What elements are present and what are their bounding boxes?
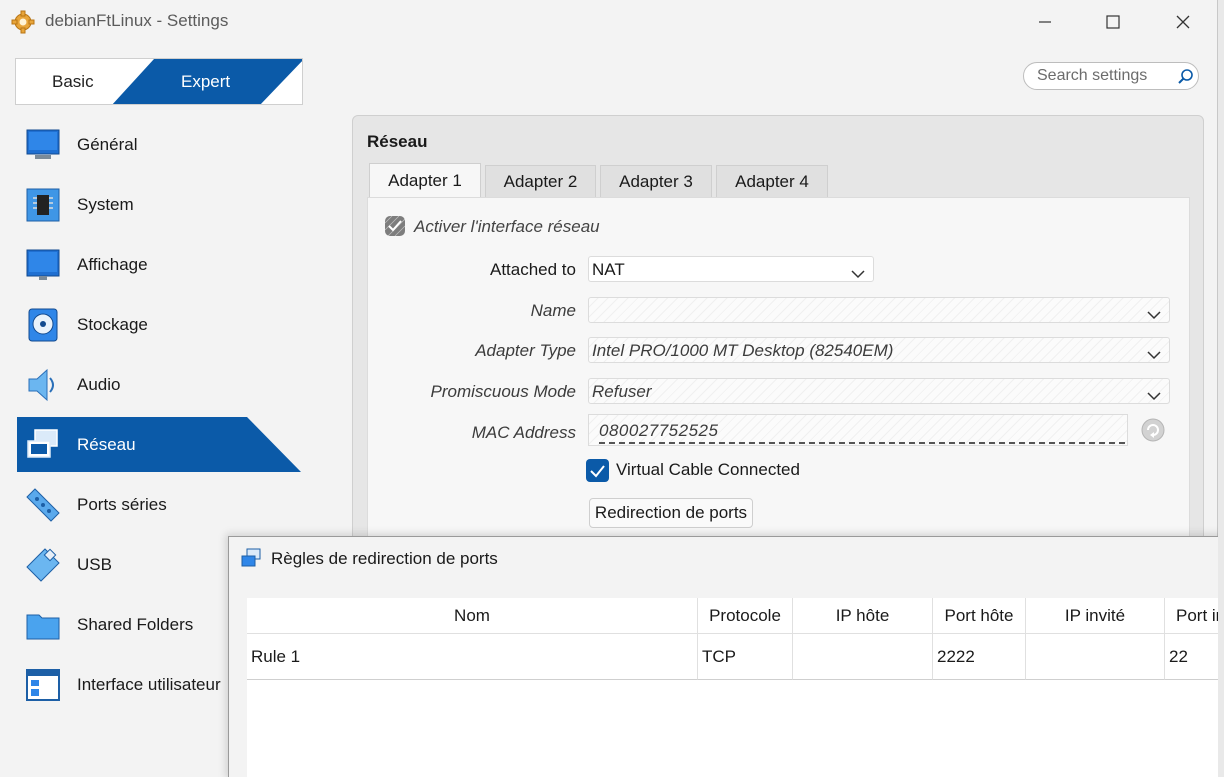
- expert-mode-button[interactable]: Expert: [181, 72, 230, 92]
- title-bar: debianFtLinux - Settings: [0, 0, 1217, 44]
- serial-port-icon: [25, 487, 61, 523]
- sidebar-item-label: Stockage: [77, 315, 148, 334]
- tab-adapter-1[interactable]: Adapter 1: [369, 163, 481, 197]
- sidebar-item-display[interactable]: Affichage: [17, 237, 301, 292]
- sidebar-item-label: Affichage: [77, 255, 148, 274]
- window-layout-icon: [25, 667, 61, 703]
- folder-icon: [25, 607, 61, 643]
- panel-title: Réseau: [367, 132, 428, 151]
- mode-switch: Basic Expert: [15, 58, 303, 105]
- tab-adapter-4[interactable]: Adapter 4: [716, 165, 828, 197]
- expert-active-bg: [112, 59, 302, 104]
- sidebar-item-system[interactable]: System: [17, 177, 301, 232]
- mac-address-label: MAC Address: [471, 423, 576, 442]
- tab-adapter-3[interactable]: Adapter 3: [600, 165, 712, 197]
- refresh-mac-icon[interactable]: [1141, 418, 1165, 442]
- column-header-name[interactable]: Nom: [247, 598, 698, 634]
- chevron-down-icon: [1147, 386, 1161, 406]
- attached-to-select[interactable]: NAT: [588, 256, 874, 282]
- dialog-title: Règles de redirection de ports: [271, 549, 498, 568]
- port-forwarding-dialog: Règles de redirection de ports Nom Proto…: [228, 536, 1224, 777]
- mac-input-mask: [599, 442, 1125, 444]
- column-header-protocol[interactable]: Protocole: [698, 598, 793, 634]
- network-icon: [25, 427, 61, 463]
- table-cell-name[interactable]: Rule 1: [247, 634, 698, 680]
- settings-window: debianFtLinux - Settings Basic Expert Se…: [0, 0, 1224, 777]
- chip-icon: [25, 187, 61, 223]
- promiscuous-mode-label: Promiscuous Mode: [430, 382, 576, 401]
- usb-icon: [25, 547, 61, 583]
- sidebar-item-label: USB: [77, 555, 112, 574]
- adapter-type-value: Intel PRO/1000 MT Desktop (82540EM): [592, 341, 894, 360]
- chevron-down-icon: [1147, 305, 1161, 325]
- chevron-down-icon: [851, 264, 865, 284]
- column-header-guest-ip[interactable]: IP invité: [1026, 598, 1165, 634]
- column-header-guest-port[interactable]: Port in: [1165, 598, 1224, 634]
- sidebar-item-label: Interface utilisateur: [77, 675, 221, 694]
- speaker-icon: [25, 367, 61, 403]
- sidebar-item-label: Général: [77, 135, 138, 154]
- name-select[interactable]: [588, 297, 1170, 323]
- name-label: Name: [530, 301, 576, 320]
- promiscuous-mode-value: Refuser: [592, 382, 652, 401]
- port-rules-table: Nom Protocole IP hôte Port hôte IP invit…: [247, 598, 1224, 777]
- promiscuous-mode-select[interactable]: Refuser: [588, 378, 1170, 404]
- virtual-cable-label: Virtual Cable Connected: [616, 460, 800, 479]
- network-panel: Réseau Adapter 1 Adapter 2 Adapter 3 Ada…: [352, 115, 1204, 557]
- table-cell-guest-port[interactable]: 22: [1165, 634, 1224, 680]
- sidebar-item-serial-ports[interactable]: Ports séries: [17, 477, 301, 532]
- sidebar-item-label: System: [77, 195, 134, 214]
- adapter-type-label: Adapter Type: [475, 341, 576, 360]
- port-forwarding-button[interactable]: Redirection de ports: [589, 498, 753, 528]
- search-input[interactable]: Search settings: [1023, 62, 1199, 90]
- sidebar-item-audio[interactable]: Audio: [17, 357, 301, 412]
- tab-adapter-2[interactable]: Adapter 2: [485, 165, 596, 197]
- enable-adapter-label: Activer l'interface réseau: [414, 217, 600, 236]
- disc-icon: [25, 307, 61, 343]
- table-cell-protocol[interactable]: TCP: [698, 634, 793, 680]
- sidebar-item-label: Audio: [77, 375, 121, 394]
- chevron-down-icon: [1147, 345, 1161, 365]
- network-icon: [240, 547, 262, 569]
- adapter-type-select[interactable]: Intel PRO/1000 MT Desktop (82540EM): [588, 337, 1170, 363]
- background-window-edge: [1218, 0, 1224, 777]
- attached-to-label: Attached to: [489, 260, 576, 279]
- search-placeholder: Search settings: [1037, 67, 1148, 84]
- mac-address-field[interactable]: 080027752525: [588, 414, 1128, 446]
- close-button[interactable]: [1160, 6, 1206, 38]
- column-header-host-ip[interactable]: IP hôte: [793, 598, 933, 634]
- adapter-tab-content: Activer l'interface réseau Attached to N…: [367, 197, 1190, 557]
- table-cell-host-port[interactable]: 2222: [933, 634, 1026, 680]
- sidebar-item-label: Réseau: [77, 435, 136, 454]
- search-icon: [1177, 68, 1195, 91]
- table-cell-host-ip[interactable]: [793, 634, 933, 680]
- sidebar-item-label: Shared Folders: [77, 615, 194, 634]
- sidebar-item-network[interactable]: Réseau: [17, 417, 301, 472]
- display-icon: [25, 247, 61, 283]
- sidebar-item-storage[interactable]: Stockage: [17, 297, 301, 352]
- sidebar-item-general[interactable]: Général: [17, 117, 301, 172]
- sidebar-item-label: Ports séries: [77, 495, 167, 514]
- attached-to-value: NAT: [592, 260, 625, 279]
- maximize-button[interactable]: [1090, 6, 1136, 38]
- enable-adapter-checkbox[interactable]: [384, 215, 406, 237]
- mac-address-value: 080027752525: [599, 421, 719, 440]
- virtual-cable-checkbox[interactable]: [586, 459, 609, 482]
- table-cell-guest-ip[interactable]: [1026, 634, 1165, 680]
- monitor-icon: [25, 127, 61, 163]
- gear-app-icon: [11, 10, 35, 34]
- window-title: debianFtLinux - Settings: [45, 11, 229, 30]
- column-header-host-port[interactable]: Port hôte: [933, 598, 1026, 634]
- minimize-button[interactable]: [1022, 6, 1068, 38]
